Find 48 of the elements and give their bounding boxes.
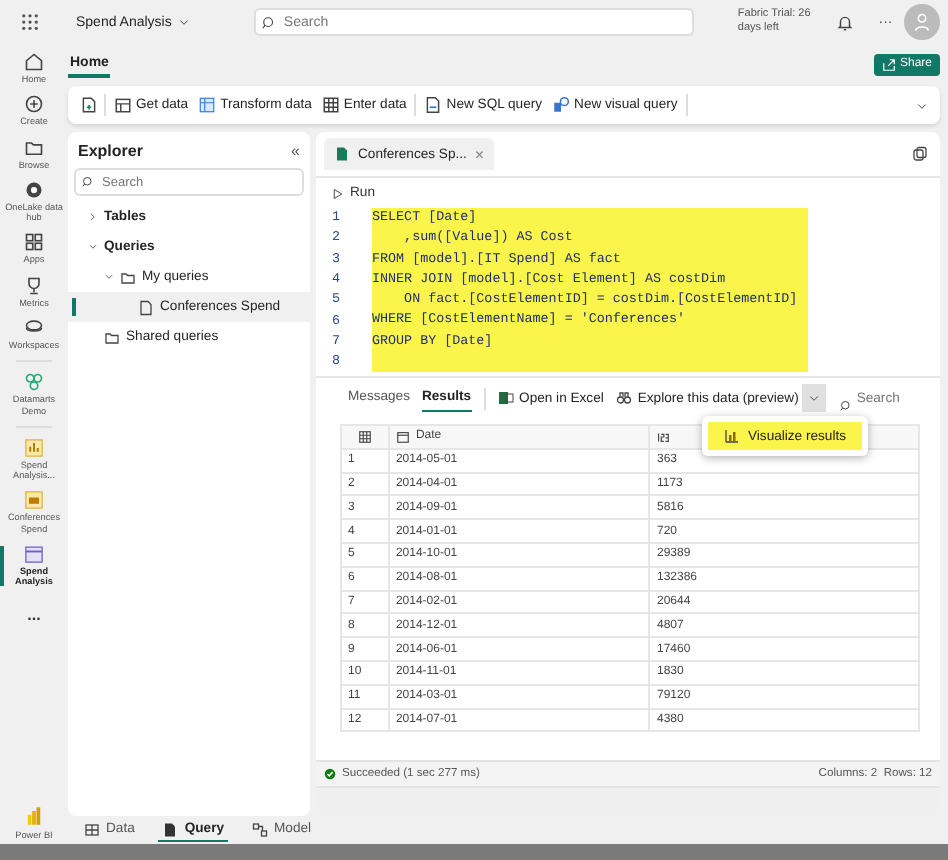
query-file-icon xyxy=(334,146,350,162)
report-icon xyxy=(24,437,44,458)
model-view-icon xyxy=(252,821,269,837)
search-icon xyxy=(261,15,276,29)
chevron-down-icon xyxy=(104,272,114,282)
chevron-down-icon xyxy=(808,392,821,404)
workspaces-icon xyxy=(24,317,44,338)
visual-query-icon xyxy=(552,96,571,114)
person-icon xyxy=(912,12,933,32)
model-icon xyxy=(24,490,44,511)
transform-icon xyxy=(198,96,217,114)
excel-icon xyxy=(497,390,514,406)
document-icon xyxy=(138,299,154,315)
bell-icon[interactable] xyxy=(836,13,855,31)
warehouse-icon xyxy=(24,543,44,564)
home-icon xyxy=(24,52,44,72)
table-icon xyxy=(321,96,340,114)
folder-icon xyxy=(24,137,44,158)
chart-icon xyxy=(724,428,740,444)
search-icon xyxy=(82,176,94,188)
plus-icon xyxy=(24,94,44,115)
search-icon xyxy=(840,399,853,411)
chevron-down-icon[interactable] xyxy=(916,99,928,111)
new-item-icon[interactable] xyxy=(80,96,98,114)
grid-icon xyxy=(357,429,372,444)
collapse-button[interactable]: « xyxy=(291,142,300,160)
more-button[interactable]: ... xyxy=(27,605,41,623)
number-type-icon xyxy=(656,429,671,444)
play-icon xyxy=(332,187,344,199)
chevron-down-icon xyxy=(88,242,98,252)
app-launcher-icon[interactable] xyxy=(20,12,40,32)
folder-icon xyxy=(120,269,136,285)
grid-icon xyxy=(84,821,100,837)
chevron-down-icon xyxy=(177,16,190,28)
document-icon xyxy=(424,96,443,114)
power-bi-icon xyxy=(23,804,44,828)
calendar-icon xyxy=(395,429,410,444)
share-icon xyxy=(881,57,896,71)
binoculars-icon xyxy=(615,390,632,406)
datamart-icon xyxy=(24,372,44,393)
copy-icon[interactable] xyxy=(912,146,928,162)
trophy-icon xyxy=(24,275,44,296)
apps-icon xyxy=(24,232,44,253)
folder-icon xyxy=(104,329,120,345)
panel-title: Explorer xyxy=(78,142,143,160)
query-doc-icon xyxy=(162,821,179,837)
success-icon xyxy=(324,768,336,780)
chevron-right-icon xyxy=(88,212,98,222)
